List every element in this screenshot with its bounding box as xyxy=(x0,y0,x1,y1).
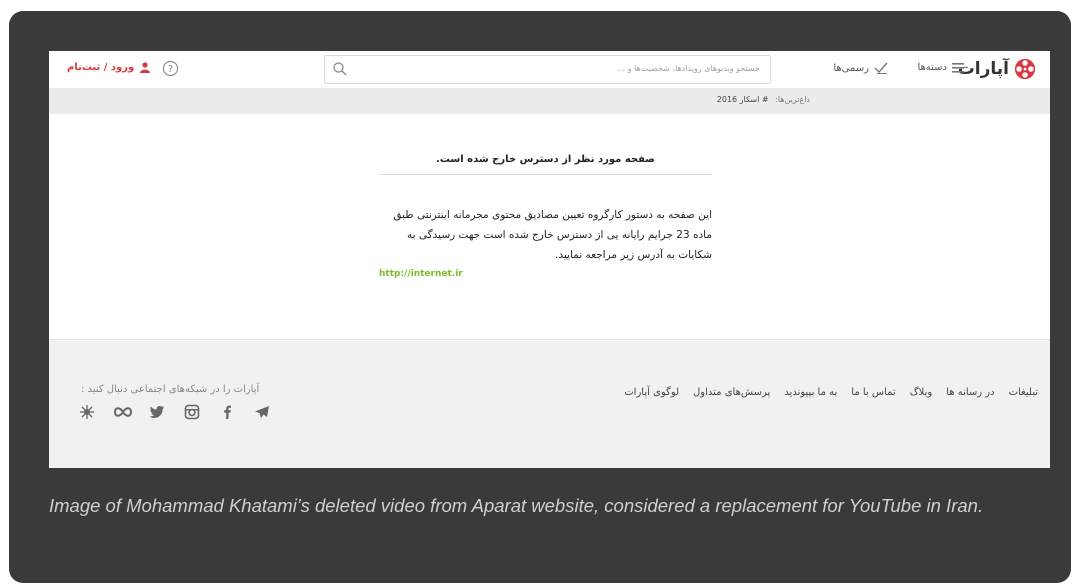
social-icons xyxy=(79,404,270,420)
notice-body: این صفحه به دستور کارگروه تعیین مصادیق م… xyxy=(393,209,712,261)
user-icon xyxy=(140,62,151,73)
complaint-link[interactable]: http://internet.ir xyxy=(379,269,712,279)
site-header: آپارات دسته‌ها رسمی‌ها xyxy=(49,51,1050,89)
nav-official[interactable]: رسمی‌ها xyxy=(833,62,888,74)
notice-title: صفحه مورد نظر از دسترس خارج شده است. xyxy=(379,154,712,175)
site-footer: تبلیغات در رسانه ها وبلاگ تماس با ما به … xyxy=(49,339,1050,468)
footer-link-join[interactable]: به ما بپیوندید xyxy=(784,387,837,398)
verified-check-icon xyxy=(874,62,888,74)
login-register-link[interactable]: ورود / ثبت‌نام xyxy=(67,62,151,73)
infinity-icon[interactable] xyxy=(113,404,133,420)
logo-text: آپارات xyxy=(957,59,1009,79)
trending-tags: داغ‌ترین‌ها: # اسکار 2016 xyxy=(717,95,810,104)
search-box[interactable]: جستجو ویدیوهای رویدادها، شخصیت‌ها و ... xyxy=(324,55,771,84)
trending-label: داغ‌ترین‌ها: xyxy=(775,95,810,104)
footer-link-blog[interactable]: وبلاگ xyxy=(910,387,933,398)
nav-categories-label: دسته‌ها xyxy=(917,62,947,73)
instagram-icon[interactable] xyxy=(184,404,200,420)
removed-content-notice: صفحه مورد نظر از دسترس خارج شده است. این… xyxy=(379,154,712,279)
footer-link-press[interactable]: در رسانه ها xyxy=(946,387,994,398)
footer-link-ads[interactable]: تبلیغات xyxy=(1009,387,1038,398)
search-icon[interactable] xyxy=(332,61,348,77)
footer-link-faq[interactable]: پرسش‌های متداول xyxy=(693,387,770,398)
aparat-logo[interactable]: آپارات xyxy=(958,58,1036,80)
help-circle-icon[interactable]: ? xyxy=(162,60,179,77)
facebook-icon[interactable] xyxy=(219,404,235,420)
footer-link-logo[interactable]: لوگوی آپارات xyxy=(624,387,679,398)
nav-official-label: رسمی‌ها xyxy=(833,62,869,74)
svg-text:?: ? xyxy=(168,64,173,75)
trending-tag[interactable]: # اسکار 2016 xyxy=(717,95,769,104)
footer-link-contact[interactable]: تماس با ما xyxy=(851,387,895,398)
login-register-label: ورود / ثبت‌نام xyxy=(67,62,135,73)
aparat-logo-icon xyxy=(1014,58,1036,80)
article-card: آپارات دسته‌ها رسمی‌ها xyxy=(9,11,1071,583)
list-icon xyxy=(952,62,964,73)
footer-links: تبلیغات در رسانه ها وبلاگ تماس با ما به … xyxy=(624,387,1038,398)
telegram-icon[interactable] xyxy=(254,404,270,420)
image-caption: Image of Mohammad Khatami’s deleted vide… xyxy=(49,495,984,516)
aparat-page-screenshot: آپارات دسته‌ها رسمی‌ها xyxy=(49,51,1050,468)
twitter-icon[interactable] xyxy=(149,404,165,420)
cloud-icon[interactable] xyxy=(79,404,95,420)
social-title: آپارات را در شبکه‌های اجتماعی دنبال کنید… xyxy=(81,384,260,395)
nav-categories[interactable]: دسته‌ها xyxy=(917,62,964,73)
trending-bar: داغ‌ترین‌ها: # اسکار 2016 xyxy=(49,88,1050,114)
search-input-placeholder[interactable]: جستجو ویدیوهای رویدادها، شخصیت‌ها و ... xyxy=(618,64,760,73)
